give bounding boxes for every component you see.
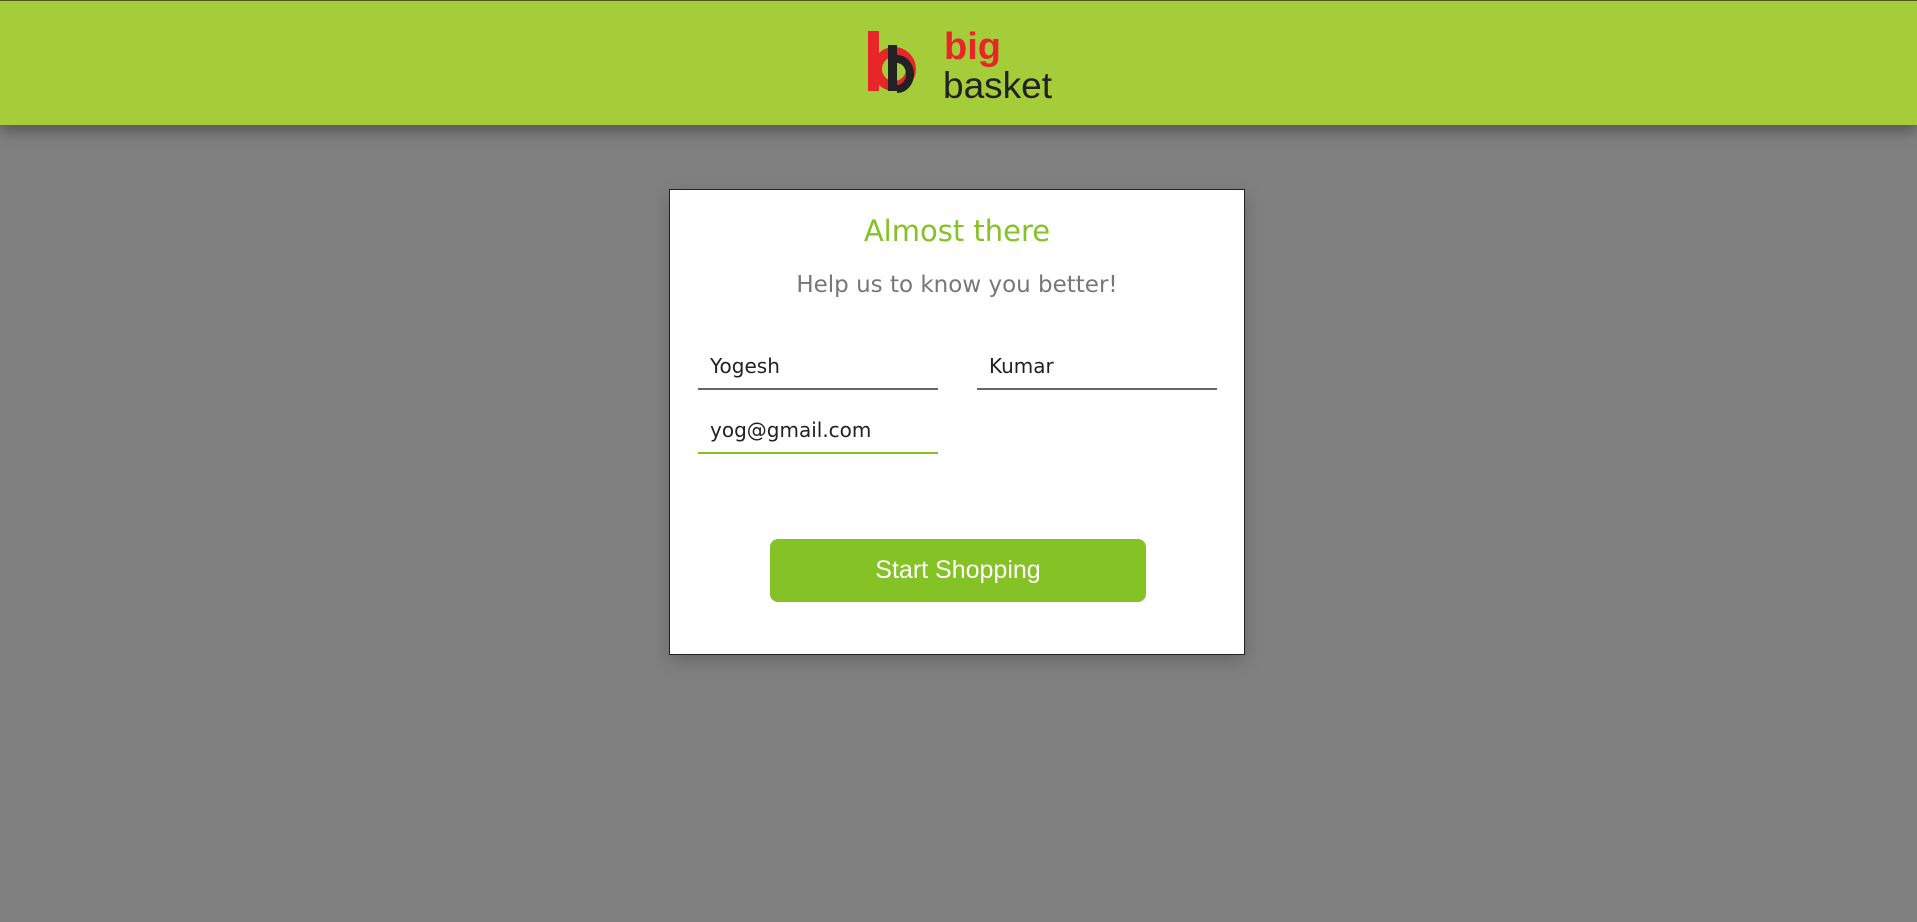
bigbasket-logo-icon: big basket [868, 26, 1053, 103]
card-subtitle: Help us to know you better! [796, 272, 1118, 298]
last-name-input[interactable] [977, 344, 1217, 390]
start-shopping-button[interactable]: Start Shopping [770, 539, 1146, 602]
card-title: Almost there [863, 214, 1051, 248]
top-header-bar: big basket [0, 0, 1917, 125]
bigbasket-logo[interactable]: big basket [866, 23, 1060, 103]
logo-text-big: big [944, 26, 1001, 68]
email-input[interactable] [698, 408, 938, 454]
first-name-input[interactable] [698, 344, 938, 390]
signup-card: Almost there Help us to know you better!… [669, 189, 1245, 655]
logo-text-basket: basket [943, 65, 1053, 103]
